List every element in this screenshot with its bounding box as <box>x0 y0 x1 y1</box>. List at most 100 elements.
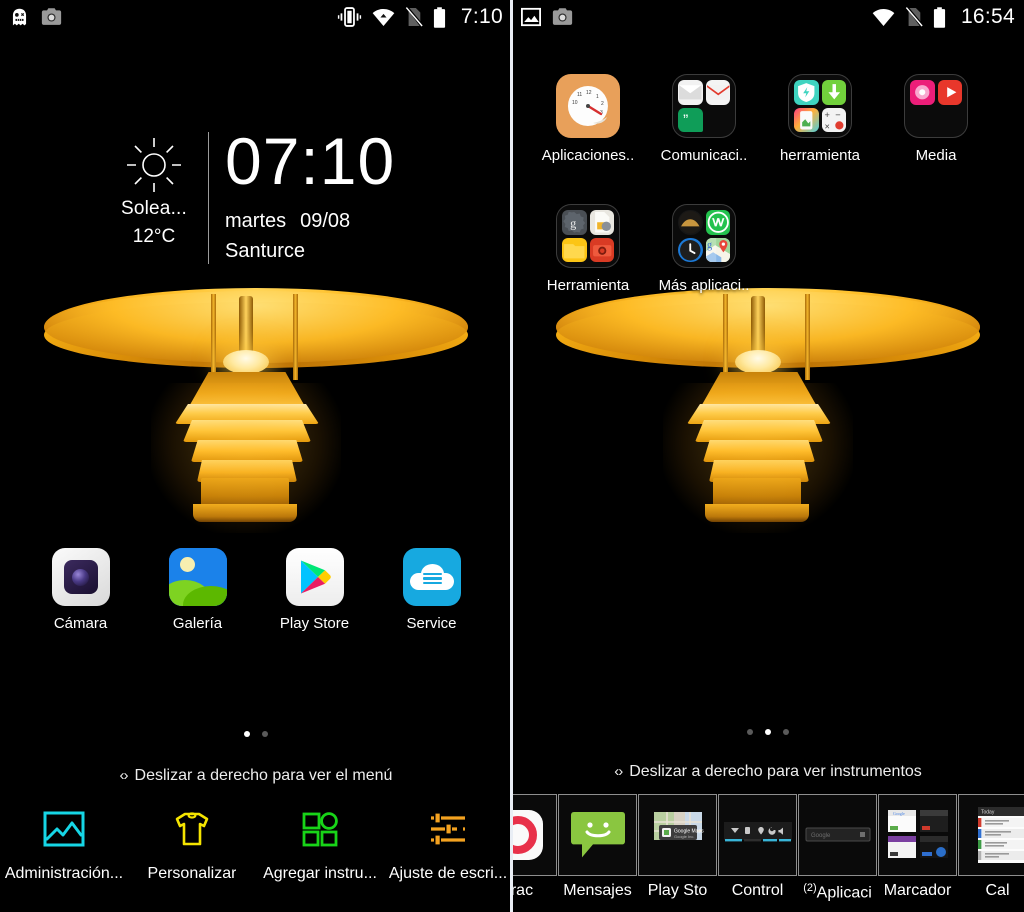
app-gallery[interactable]: Galería <box>150 548 246 632</box>
toolbar-item-add-widget[interactable]: Agregar instru... <box>256 794 384 912</box>
folder-mas-aplicaciones[interactable]: g Más aplicaci.. <box>646 204 762 294</box>
ghost-notification-icon <box>9 7 30 28</box>
svg-text:Today: Today <box>981 810 995 816</box>
svg-text:−: − <box>835 110 840 120</box>
gallery-app-icon <box>168 548 227 606</box>
widget-card-marcador[interactable]: Google Marcador <box>878 794 957 900</box>
app-label: Galería <box>172 615 223 632</box>
svg-text:Google Inc.: Google Inc. <box>674 834 694 839</box>
toolbar-label: Agregar instru... <box>263 865 377 882</box>
toolbar-item-personalize[interactable]: Personalizar <box>128 794 256 912</box>
widget-card-mensajes[interactable]: Mensajes <box>558 794 637 900</box>
speedometer-clock-icon: 121 23 1110 <box>556 74 620 138</box>
date-row: martes 09/08 <box>225 210 395 233</box>
battery-icon <box>933 6 946 28</box>
widget-label: Control <box>731 882 784 899</box>
page-dot[interactable] <box>262 731 268 737</box>
app-service[interactable]: Service <box>384 548 480 632</box>
battery-icon <box>433 6 446 28</box>
page-dot[interactable] <box>747 729 753 735</box>
folder-label: Aplicaciones.. <box>541 147 635 164</box>
toolbar-item-wallpaper[interactable]: Administración... <box>0 794 128 912</box>
lamp-illustration <box>41 288 471 533</box>
status-bar-clock-right: 16:54 <box>960 5 1015 28</box>
google-maps-widget-icon: Google Maps Google Inc. <box>638 794 717 876</box>
widget-card-aplicaciones[interactable]: Google (2)Aplicaci <box>798 794 877 902</box>
widget-label-prefixed: (2)Aplicaci <box>803 882 872 902</box>
app-dock-left: Cámara Galería Play Store Service <box>0 548 512 632</box>
widget-label: Aplicaci <box>816 884 872 902</box>
widget-drawer[interactable]: erac Mensajes <box>512 794 1024 912</box>
svg-text:12: 12 <box>586 90 592 96</box>
widget-label: Play Sto <box>647 882 708 899</box>
swipe-hint-text: Deslizar a derecho para ver el menú <box>134 767 393 784</box>
no-sim-icon <box>905 7 923 27</box>
google-search-bar-widget-icon: Google <box>798 794 877 876</box>
play-store-icon <box>285 548 344 606</box>
weather-section[interactable]: Solea... 12°C <box>110 128 198 248</box>
image-icon <box>521 7 541 27</box>
folder-aplicaciones[interactable]: 121 23 1110 Aplicaciones.. <box>530 74 646 164</box>
clock-weather-widget[interactable]: Solea... 12°C 07:10 martes 09/08 Santurce <box>110 128 395 264</box>
folder-row-1: 121 23 1110 Aplicaciones.. <box>512 74 1024 164</box>
status-bar-left[interactable]: 7:10 <box>0 0 512 34</box>
svg-text:1: 1 <box>596 94 599 100</box>
toolbar-label: Personalizar <box>147 865 237 882</box>
right-home-screen: 16:54 121 23 1110 <box>512 0 1024 912</box>
date-value: 09/08 <box>300 210 351 232</box>
svg-text:2: 2 <box>601 101 604 107</box>
page-dot[interactable] <box>783 729 789 735</box>
weather-condition-label: Solea... <box>120 198 188 219</box>
app-camera[interactable]: Cámara <box>33 548 129 632</box>
folder-herramienta-utilities[interactable]: g Herramienta <box>530 204 646 294</box>
page-indicator-left <box>0 731 512 737</box>
page-dot-active[interactable] <box>765 729 771 735</box>
swipe-hint-text: Deslizar a derecho para ver instrumentos <box>629 763 922 780</box>
widget-card-calendario[interactable]: Today Cal <box>958 794 1024 900</box>
service-cloud-icon <box>402 548 461 606</box>
folder-media[interactable]: Media <box>878 74 994 164</box>
svg-text:10: 10 <box>572 100 578 106</box>
widget-card-play-store[interactable]: Google Maps Google Inc. Play Sto <box>638 794 717 900</box>
widget-card-control[interactable]: Control <box>718 794 797 900</box>
svg-text:g: g <box>570 216 576 230</box>
widget-label: Marcador <box>883 882 952 899</box>
toolbar-item-desktop-settings[interactable]: Ajuste de escri... <box>384 794 512 912</box>
widget-label: Cal <box>985 882 1010 899</box>
folder-herramienta-top[interactable]: + − × herramienta <box>762 74 878 164</box>
wifi-icon <box>372 8 395 27</box>
status-bar-right[interactable]: 16:54 <box>512 0 1024 34</box>
page-dot-active[interactable] <box>244 731 250 737</box>
camera-app-icon <box>51 548 110 606</box>
swipe-hint-right: ‹› Deslizar a derecho para ver instrument… <box>512 763 1024 781</box>
app-label: Service <box>406 615 457 632</box>
home-edit-toolbar: Administración... Personalizar Agregar i… <box>0 794 512 912</box>
tshirt-icon <box>165 802 219 856</box>
clock-time: 07:10 <box>225 124 396 198</box>
folder-tools-icon: + − × <box>788 74 852 138</box>
calendar-widget-icon: Today <box>958 794 1024 876</box>
city-label: Santurce <box>225 240 306 262</box>
folder-label: herramienta <box>779 147 861 164</box>
camera-icon <box>41 8 62 26</box>
clock-section[interactable]: 07:10 martes 09/08 Santurce <box>225 128 395 263</box>
folder-more-apps-icon: g <box>672 204 736 268</box>
wallpaper-icon <box>37 802 91 856</box>
svg-text:Google: Google <box>811 833 831 839</box>
widget-card-erac[interactable]: erac <box>512 794 557 900</box>
no-sim-icon <box>405 7 423 27</box>
folder-comunicacion[interactable]: ” Comunicaci.. <box>646 74 762 164</box>
folder-row-2: g Herramienta g Más aplicaci.. <box>512 204 1024 294</box>
app-play-store[interactable]: Play Store <box>267 548 363 632</box>
chevron-lr-icon: ‹› <box>614 763 623 780</box>
folder-label: Más aplicaci.. <box>658 277 750 294</box>
camera-icon <box>552 8 573 26</box>
folder-grid: 121 23 1110 Aplicaciones.. <box>512 74 1024 294</box>
partial-red-icon <box>512 794 557 876</box>
dual-screenshot-container: 7:10 Solea... 12°C 07:10 martes 09/08 Sa… <box>0 0 1024 912</box>
day-of-week: martes <box>225 210 287 232</box>
power-control-widget-icon <box>718 794 797 876</box>
panel-divider <box>510 0 513 912</box>
status-bar-clock-left: 7:10 <box>460 5 503 28</box>
widget-divider <box>208 132 209 264</box>
